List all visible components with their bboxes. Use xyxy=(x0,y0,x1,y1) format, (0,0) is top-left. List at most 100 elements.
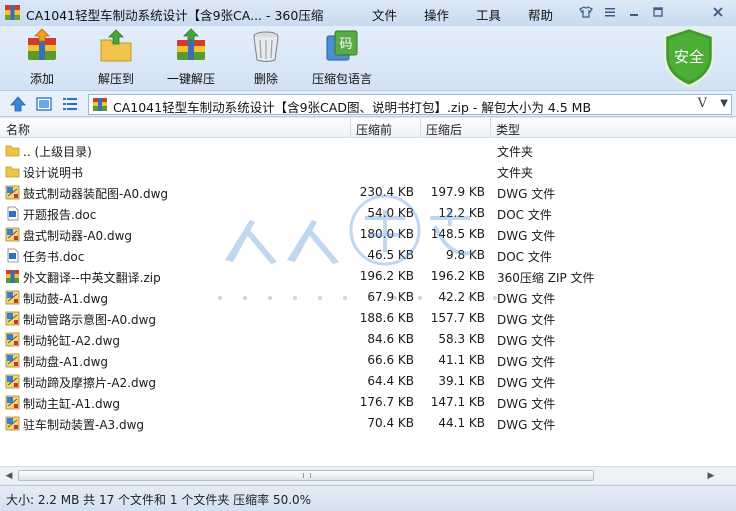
file-name: .. (上级目录) xyxy=(23,145,92,159)
grip-icon xyxy=(303,473,311,478)
column-size[interactable]: 压缩前 xyxy=(356,121,392,138)
file-packed-size: 196.2 KB xyxy=(430,269,485,283)
file-row[interactable]: 设计说明书 文件夹 xyxy=(0,161,736,182)
file-type: DOC 文件 xyxy=(497,250,552,264)
title-bar: CA1041轻型车制动系统设计【含9张CA... - 360压缩 文件 操作 工… xyxy=(0,0,736,26)
security-shield-button[interactable]: 安全 xyxy=(661,26,717,88)
file-name: 制动管路示意图-A0.dwg xyxy=(23,313,157,327)
file-row[interactable]: 制动蹄及摩擦片-A2.dwg 64.4 KB 39.1 KB DWG 文件 xyxy=(0,371,736,392)
file-packed-size: 9.8 KB xyxy=(446,248,485,262)
file-row[interactable]: 制动管路示意图-A0.dwg 188.6 KB 157.7 KB DWG 文件 xyxy=(0,308,736,329)
thumbnail-view-icon[interactable] xyxy=(35,95,53,113)
app-icon xyxy=(5,5,20,20)
add-button[interactable]: 添加 xyxy=(22,28,62,88)
one-click-extract-button[interactable]: 一键解压 xyxy=(166,28,216,88)
file-row[interactable]: 外文翻译--中英文翻译.zip 196.2 KB 196.2 KB 360压缩 ZIP… xyxy=(0,266,736,287)
file-name: 制动蹄及摩擦片-A2.dwg xyxy=(23,376,157,390)
column-packed[interactable]: 压缩后 xyxy=(426,121,462,138)
file-type: DWG 文件 xyxy=(497,376,556,390)
address-field[interactable]: CA1041轻型车制动系统设计【含9张CAD图、说明书打包】.zip - 解包大… xyxy=(88,94,732,115)
extract-to-label: 解压到 xyxy=(97,72,134,86)
file-row[interactable]: 制动主缸-A1.dwg 176.7 KB 147.1 KB DWG 文件 xyxy=(0,392,736,413)
column-divider[interactable] xyxy=(350,118,351,138)
file-name: 鼓式制动器装配图-A0.dwg xyxy=(23,187,169,201)
file-list: .. (上级目录) 文件夹 设计说明书 文件夹 鼓式制动器装配图-A0.dwg 230.4… xyxy=(0,138,736,466)
file-row[interactable]: 制动鼓-A1.dwg 67.9 KB 42.2 KB DWG 文件 xyxy=(0,287,736,308)
file-size: 46.5 KB xyxy=(367,248,414,262)
menu-icon[interactable] xyxy=(600,3,620,21)
toolbar: 添加 解压到 一键解压 删除 码 压缩包语言 xyxy=(0,26,736,90)
file-row[interactable]: 制动轮缸-A2.dwg 84.6 KB 58.3 KB DWG 文件 xyxy=(0,329,736,350)
chevron-down-icon[interactable]: ▼ xyxy=(720,98,728,109)
file-type: DWG 文件 xyxy=(497,418,556,432)
file-list-header: 名称 压缩前 压缩后 类型 xyxy=(0,118,736,138)
column-type[interactable]: 类型 xyxy=(496,121,520,138)
file-size: 70.4 KB xyxy=(367,416,414,430)
folder-icon xyxy=(5,164,20,179)
file-type: DWG 文件 xyxy=(497,355,556,369)
dwg-file-icon xyxy=(5,185,20,200)
file-packed-size: 157.7 KB xyxy=(430,311,485,325)
menu-operate[interactable]: 操作 xyxy=(424,5,449,24)
verify-icon[interactable]: V xyxy=(698,96,707,111)
file-packed-size: 148.5 KB xyxy=(430,227,485,241)
file-name: 制动鼓-A1.dwg xyxy=(23,292,109,306)
skin-icon[interactable] xyxy=(576,3,596,21)
file-row[interactable]: 开题报告.doc 54.0 KB 12.2 KB DOC 文件 xyxy=(0,203,736,224)
file-packed-size: 147.1 KB xyxy=(430,395,485,409)
file-name: 外文翻译--中英文翻译.zip xyxy=(23,271,161,285)
file-size: 64.4 KB xyxy=(367,374,414,388)
file-name: 制动主缸-A1.dwg xyxy=(23,397,121,411)
column-divider[interactable] xyxy=(420,118,421,138)
file-row[interactable]: 制动盘-A1.dwg 66.6 KB 41.1 KB DWG 文件 xyxy=(0,350,736,371)
shield-icon: 安全 xyxy=(663,26,715,88)
menu-tools[interactable]: 工具 xyxy=(476,5,501,24)
menu-help[interactable]: 帮助 xyxy=(528,5,553,24)
file-row[interactable]: 鼓式制动器装配图-A0.dwg 230.4 KB 197.9 KB DWG 文件 xyxy=(0,182,736,203)
up-arrow-icon[interactable] xyxy=(9,95,27,113)
file-row[interactable]: 任务书.doc 46.5 KB 9.8 KB DOC 文件 xyxy=(0,245,736,266)
minimize-icon[interactable] xyxy=(624,3,644,21)
safe-label: 安全 xyxy=(674,48,704,66)
list-view-icon[interactable] xyxy=(61,95,79,113)
zip-archive-icon xyxy=(93,98,107,111)
column-divider[interactable] xyxy=(490,118,491,138)
address-bar: CA1041轻型车制动系统设计【含9张CAD图、说明书打包】.zip - 解包大… xyxy=(0,90,736,117)
maximize-icon[interactable] xyxy=(648,3,668,21)
file-row[interactable]: 盘式制动器-A0.dwg 180.0 KB 148.5 KB DWG 文件 xyxy=(0,224,736,245)
file-name: 驻车制动装置-A3.dwg xyxy=(23,418,145,432)
column-name[interactable]: 名称 xyxy=(6,121,30,138)
menu-file[interactable]: 文件 xyxy=(372,5,397,24)
one-click-extract-icon xyxy=(177,28,205,60)
file-packed-size: 12.2 KB xyxy=(438,206,485,220)
file-name: 任务书.doc xyxy=(23,250,85,264)
file-row[interactable]: 驻车制动装置-A3.dwg 70.4 KB 44.1 KB DWG 文件 xyxy=(0,413,736,434)
archive-language-button[interactable]: 码 压缩包语言 xyxy=(310,28,374,88)
window-title: CA1041轻型车制动系统设计【含9张CA... - 360压缩 xyxy=(26,8,324,23)
file-type: DWG 文件 xyxy=(497,292,556,306)
horizontal-scrollbar[interactable]: ◀ ▶ xyxy=(0,466,736,484)
file-type: DOC 文件 xyxy=(497,208,552,222)
dwg-file-icon xyxy=(5,227,20,242)
file-size: 67.9 KB xyxy=(367,290,414,304)
delete-button[interactable]: 删除 xyxy=(248,28,284,88)
scroll-left-icon[interactable]: ◀ xyxy=(2,469,16,482)
close-icon[interactable] xyxy=(708,3,728,21)
file-name: 制动盘-A1.dwg xyxy=(23,355,109,369)
scroll-right-icon[interactable]: ▶ xyxy=(704,469,718,482)
status-bar: 大小: 2.2 MB 共 17 个文件和 1 个文件夹 压缩率 50.0% xyxy=(0,485,736,511)
extract-to-button[interactable]: 解压到 xyxy=(96,28,136,88)
file-row[interactable]: .. (上级目录) 文件夹 xyxy=(0,140,736,161)
file-size: 54.0 KB xyxy=(367,206,414,220)
file-size: 66.6 KB xyxy=(367,353,414,367)
file-type: DWG 文件 xyxy=(497,313,556,327)
file-size: 180.0 KB xyxy=(359,227,414,241)
scrollbar-thumb[interactable] xyxy=(18,470,594,481)
file-name: 盘式制动器-A0.dwg xyxy=(23,229,133,243)
file-packed-size: 58.3 KB xyxy=(438,332,485,346)
doc-file-icon xyxy=(5,248,20,263)
file-packed-size: 197.9 KB xyxy=(430,185,485,199)
extract-folder-icon xyxy=(100,29,132,62)
doc-file-icon xyxy=(5,206,20,221)
file-size: 188.6 KB xyxy=(359,311,414,325)
